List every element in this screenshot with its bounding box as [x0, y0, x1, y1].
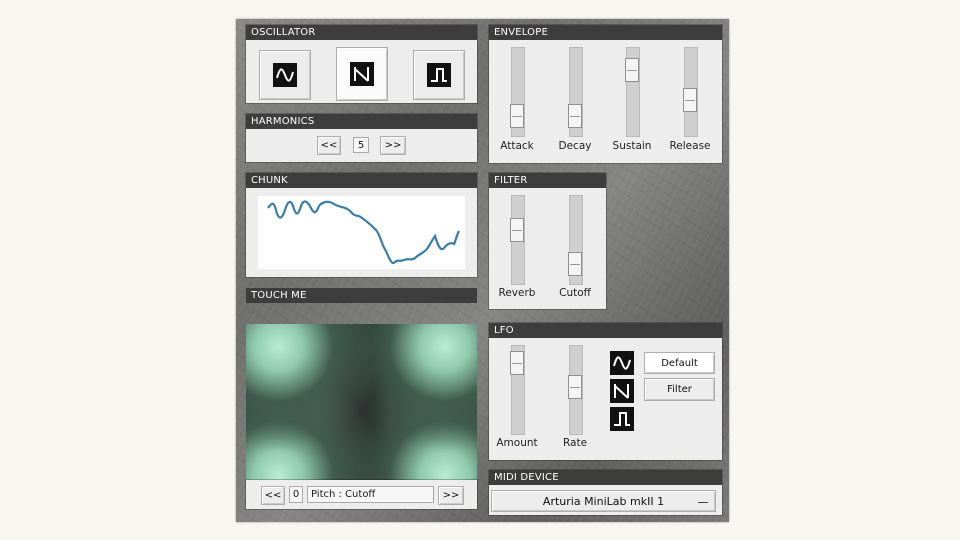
osc-sine-button[interactable] — [259, 50, 311, 100]
dropdown-arrow-icon — [698, 500, 708, 503]
slider-thumb[interactable] — [568, 252, 582, 276]
slider-thumb[interactable] — [683, 88, 697, 112]
osc-square-button[interactable] — [413, 50, 465, 100]
slider-thumb[interactable] — [625, 58, 639, 82]
midi-device-select[interactable]: Arturia MiniLab mkII 1 — [491, 490, 716, 512]
touch-pad[interactable] — [246, 324, 477, 496]
chunk-waveform — [267, 200, 460, 265]
filter-cutoff-label: Cutoff — [559, 287, 591, 299]
envelope-panel: ENVELOPE Attack Decay Sustain Release — [489, 25, 722, 163]
slider-thumb[interactable] — [568, 104, 582, 128]
midi-title: MIDI DEVICE — [489, 470, 722, 485]
lfo-title: LFO — [489, 323, 722, 338]
osc-sawtooth-button[interactable] — [336, 47, 388, 101]
filter-cutoff-slider[interactable] — [568, 195, 583, 285]
chunk-title: CHUNK — [246, 173, 477, 188]
lfo-target-default-button[interactable]: Default — [644, 352, 715, 374]
lfo-amount-slider[interactable] — [510, 345, 525, 435]
synth-window: OSCILLATOR HARMONICS << 5 >> CHUNK TOUCH… — [236, 19, 729, 522]
lfo-target-filter-button[interactable]: Filter — [644, 378, 715, 401]
chunk-waveform-display[interactable] — [258, 196, 465, 269]
oscillator-title: OSCILLATOR — [246, 25, 477, 40]
sine-wave-icon — [273, 63, 297, 87]
lfo-rate-slider[interactable] — [568, 345, 583, 435]
envelope-title: ENVELOPE — [489, 25, 722, 40]
harmonics-next-button[interactable]: >> — [380, 136, 406, 155]
harmonics-prev-button[interactable]: << — [317, 136, 341, 155]
envelope-decay-slider[interactable] — [568, 47, 583, 137]
touch-mapping-field[interactable]: Pitch : Cutoff — [307, 486, 434, 503]
lfo-sawtooth-button[interactable] — [610, 379, 634, 403]
touch-title: TOUCH ME — [246, 288, 477, 303]
sine-wave-icon — [613, 356, 631, 370]
envelope-release-label: Release — [669, 140, 711, 152]
harmonics-title: HARMONICS — [246, 114, 477, 129]
sawtooth-wave-icon — [350, 62, 374, 86]
slider-thumb[interactable] — [510, 104, 524, 128]
envelope-release-slider[interactable] — [683, 47, 698, 137]
touch-value[interactable]: 0 — [289, 486, 303, 503]
harmonics-panel: HARMONICS << 5 >> — [246, 114, 477, 162]
slider-thumb[interactable] — [510, 351, 524, 375]
touch-next-button[interactable]: >> — [438, 486, 464, 505]
filter-title: FILTER — [489, 173, 606, 188]
chunk-panel: CHUNK — [246, 173, 477, 277]
lfo-sine-button[interactable] — [610, 351, 634, 375]
harmonics-value[interactable]: 5 — [353, 137, 369, 153]
lfo-rate-label: Rate — [562, 437, 588, 449]
midi-device-label: Arturia MiniLab mkII 1 — [542, 494, 665, 508]
touch-controls: << 0 Pitch : Cutoff >> — [246, 480, 477, 509]
envelope-sustain-slider[interactable] — [625, 47, 640, 137]
slider-thumb[interactable] — [510, 218, 524, 242]
filter-panel: FILTER Reverb Cutoff — [489, 173, 606, 309]
square-wave-icon — [427, 63, 451, 87]
slider-thumb[interactable] — [568, 375, 582, 399]
square-wave-icon — [614, 412, 630, 426]
touch-prev-button[interactable]: << — [261, 486, 285, 505]
lfo-square-button[interactable] — [610, 407, 634, 431]
sawtooth-wave-icon — [614, 384, 629, 399]
envelope-attack-slider[interactable] — [510, 47, 525, 137]
filter-reverb-slider[interactable] — [510, 195, 525, 285]
lfo-panel: LFO Amount Rate Default Filter — [489, 323, 722, 460]
midi-panel: MIDI DEVICE Arturia MiniLab mkII 1 — [489, 470, 722, 515]
oscillator-panel: OSCILLATOR — [246, 25, 477, 103]
